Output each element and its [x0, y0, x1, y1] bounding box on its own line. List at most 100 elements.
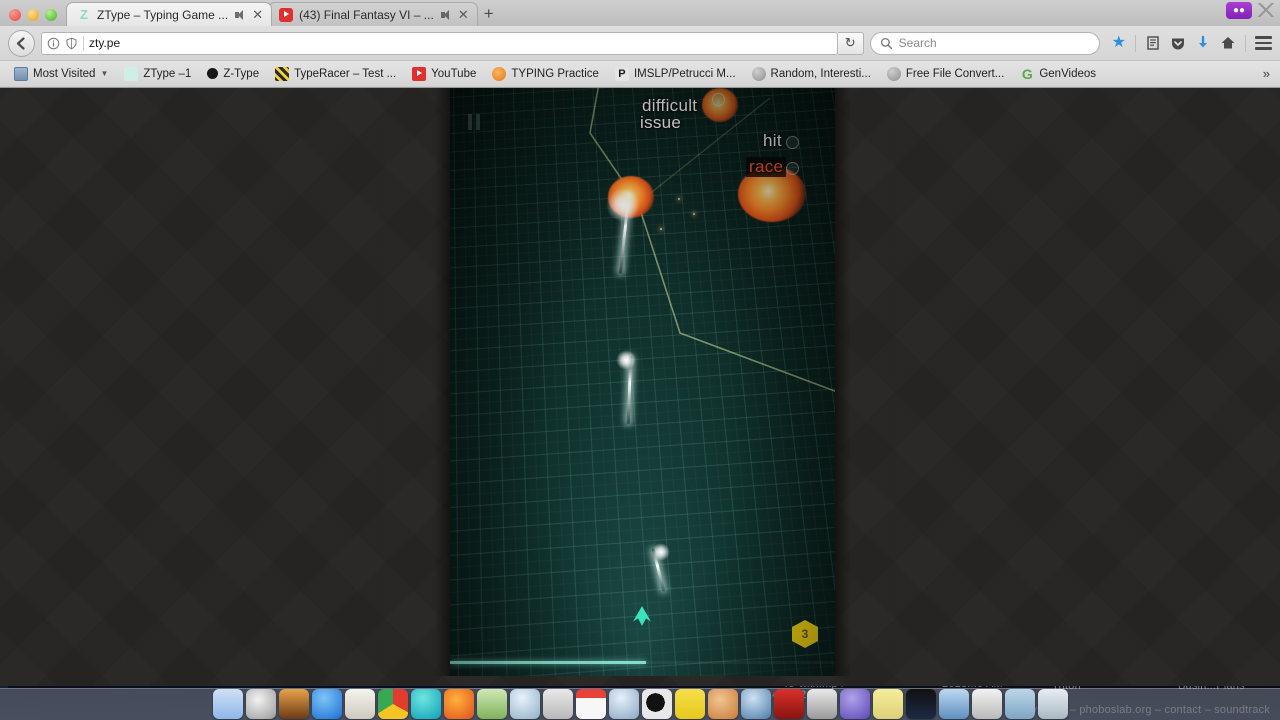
new-tab-button[interactable]: +	[474, 4, 504, 26]
shield-icon[interactable]	[65, 37, 78, 50]
minimize-window-button[interactable]	[27, 9, 39, 21]
address-bar[interactable]: zty.pe	[41, 32, 838, 55]
star-icon[interactable]: ★	[1112, 35, 1126, 51]
info-icon[interactable]	[47, 37, 60, 50]
messages-icon[interactable]	[411, 689, 441, 719]
address-text: zty.pe	[89, 36, 120, 50]
bookmark-label: TYPING Practice	[511, 68, 599, 80]
tab-audio-icon[interactable]	[234, 9, 246, 21]
address-separator	[83, 36, 84, 51]
downloads-icon[interactable]	[1195, 35, 1211, 51]
tab-title: (43) Final Fantasy VI – ...	[299, 8, 434, 22]
ztype-icon	[124, 67, 138, 81]
imslp-icon: P	[615, 67, 629, 81]
bookmark-youtube[interactable]: YouTube	[404, 65, 484, 83]
most-visited-icon	[14, 67, 28, 81]
dvd-player-icon[interactable]	[246, 689, 276, 719]
zoom-window-button[interactable]	[45, 9, 57, 21]
chrome-icon[interactable]	[378, 689, 408, 719]
ztype-favicon-icon: Z	[77, 8, 91, 22]
youtube-icon	[412, 67, 426, 81]
home-icon[interactable]	[1220, 35, 1236, 51]
back-button[interactable]	[8, 30, 35, 57]
speedtest-icon[interactable]	[807, 689, 837, 719]
calendar-icon[interactable]	[576, 689, 606, 719]
bookmark-label: Free File Convert...	[906, 68, 1004, 80]
bookmark-free-file-convert[interactable]: Free File Convert...	[879, 65, 1012, 83]
tab-close-icon[interactable]: ✕	[252, 8, 263, 21]
toolbar-icons: ★	[1106, 35, 1272, 52]
tab-audio-icon[interactable]	[440, 9, 452, 21]
tab-title: ZType – Typing Game ...	[97, 8, 228, 22]
bookmark-label: YouTube	[431, 68, 476, 80]
reload-button[interactable]: ↻	[838, 32, 864, 55]
podcasts-icon[interactable]	[840, 689, 870, 719]
reader-icon[interactable]	[1145, 35, 1161, 51]
tab-ztype[interactable]: Z ZType – Typing Game ... ✕	[66, 2, 272, 26]
back-arrow-icon	[14, 36, 29, 51]
preview-icon[interactable]	[939, 689, 969, 719]
toolbar-separator	[1245, 35, 1246, 52]
youtube-favicon-icon	[279, 8, 293, 22]
quicktime-icon[interactable]	[774, 689, 804, 719]
toolbar-separator	[1135, 35, 1136, 52]
notes-icon[interactable]	[675, 689, 705, 719]
bookmark-genvideos[interactable]: G GenVideos	[1012, 65, 1104, 83]
photos-icon[interactable]	[279, 689, 309, 719]
bookmark-label: Most Visited	[33, 68, 95, 80]
typing-practice-icon	[492, 67, 506, 81]
system-tray: ●●	[1226, 0, 1280, 20]
firefox-dev-icon[interactable]	[708, 689, 738, 719]
itunes-icon[interactable]	[609, 689, 639, 719]
close-window-button[interactable]	[9, 9, 21, 21]
tab-youtube[interactable]: (43) Final Fantasy VI – ... ✕	[268, 2, 478, 26]
ztype-game-canvas[interactable]: difficult issue hit race 3	[450, 88, 835, 676]
safari-icon[interactable]	[510, 689, 540, 719]
purple-app-icon[interactable]: ●●	[1226, 2, 1252, 19]
pocket-icon[interactable]	[1170, 35, 1186, 51]
downloads-folder-icon[interactable]	[1005, 689, 1035, 719]
window-controls[interactable]	[0, 9, 66, 26]
screen: 45-v...x.mp4 145,112 2018...0 AM Triton …	[0, 0, 1280, 720]
bookmark-ztype-1[interactable]: ZType –1	[116, 65, 199, 83]
dot-icon	[207, 68, 218, 79]
browser-window: Z ZType – Typing Game ... ✕ (43) Final F…	[0, 0, 1280, 88]
bookmark-most-visited[interactable]: Most Visited ▼	[6, 65, 116, 83]
bookmark-random-interesting[interactable]: Random, Interesti...	[744, 65, 879, 83]
finder-icon[interactable]	[213, 689, 243, 719]
tab-strip: Z ZType – Typing Game ... ✕ (43) Final F…	[0, 0, 1280, 26]
app-store-icon[interactable]	[312, 689, 342, 719]
game-vignette	[450, 88, 835, 676]
chevron-down-icon: ▼	[100, 69, 108, 78]
tab-close-icon[interactable]: ✕	[458, 8, 469, 21]
bluetooth-icon[interactable]	[906, 689, 936, 719]
bookmark-typeracer[interactable]: TypeRacer – Test ...	[267, 65, 404, 83]
bookmark-label: GenVideos	[1039, 68, 1096, 80]
search-icon	[880, 37, 893, 50]
bookmark-label: IMSLP/Petrucci M...	[634, 68, 736, 80]
time-machine-icon[interactable]	[741, 689, 771, 719]
printer-icon[interactable]	[972, 689, 1002, 719]
maps-icon[interactable]	[477, 689, 507, 719]
bookmark-typing-practice[interactable]: TYPING Practice	[484, 65, 607, 83]
navigation-toolbar: zty.pe ↻ Search ★	[0, 26, 1280, 60]
menu-icon[interactable]	[1255, 36, 1272, 50]
opera-icon[interactable]	[642, 689, 672, 719]
stickies-icon[interactable]	[873, 689, 903, 719]
bookmark-label: Z-Type	[223, 68, 259, 80]
firefox-icon[interactable]	[444, 689, 474, 719]
bookmarks-bar: Most Visited ▼ ZType –1 Z-Type TypeRacer…	[0, 60, 1280, 86]
trash-icon[interactable]	[1038, 689, 1068, 719]
facetime-icon[interactable]	[543, 689, 573, 719]
bookmark-imslp[interactable]: P IMSLP/Petrucci M...	[607, 65, 744, 83]
macos-dock[interactable]	[0, 688, 1280, 720]
bookmark-label: ZType –1	[143, 68, 191, 80]
bookmark-label: Random, Interesti...	[771, 68, 871, 80]
bookmarks-overflow-icon[interactable]: »	[1263, 66, 1274, 81]
mail-icon[interactable]	[345, 689, 375, 719]
search-bar[interactable]: Search	[870, 32, 1100, 55]
globe-icon	[887, 67, 901, 81]
expand-icon[interactable]	[1258, 3, 1274, 17]
bookmark-z-type[interactable]: Z-Type	[199, 66, 267, 82]
bookmark-label: TypeRacer – Test ...	[294, 68, 396, 80]
